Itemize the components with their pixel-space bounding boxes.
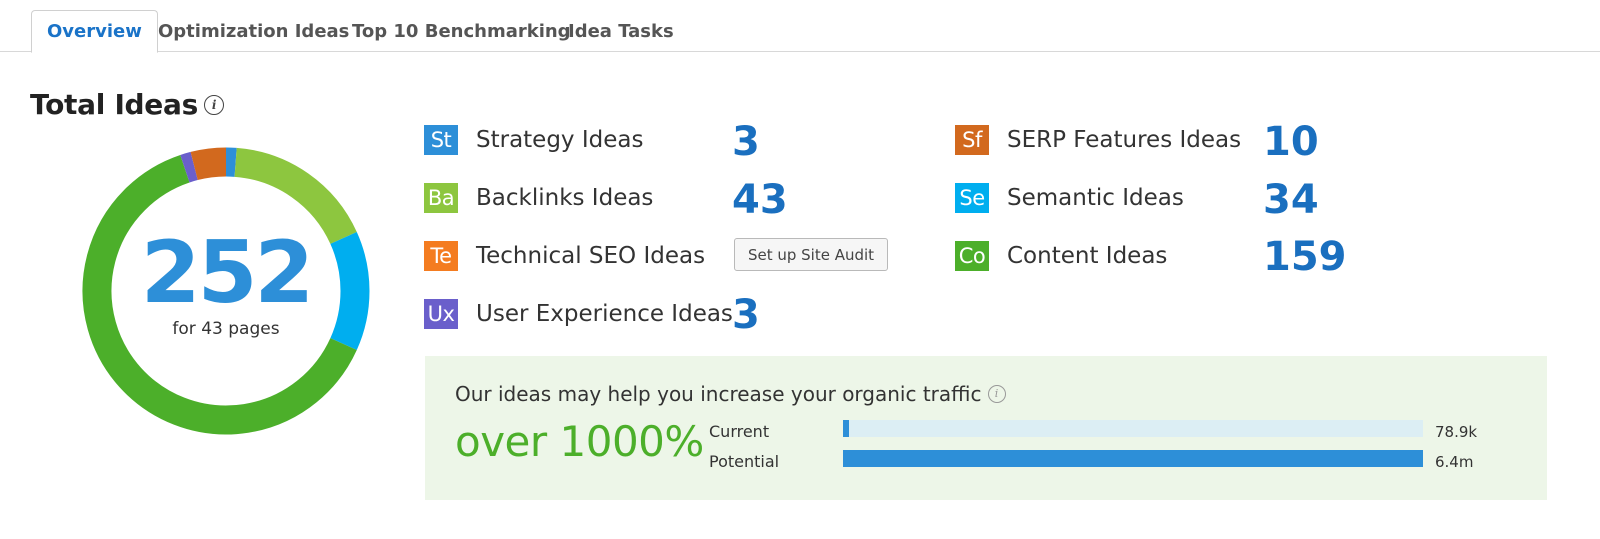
idea-label: Backlinks Ideas	[476, 185, 654, 211]
idea-row-backlinks[interactable]: Ba Backlinks Ideas	[424, 181, 653, 215]
current-traffic-bar-fill	[843, 420, 849, 437]
strategy-badge-icon: St	[424, 125, 458, 155]
idea-label: Semantic Ideas	[1007, 185, 1184, 211]
serp-features-ideas-count[interactable]: 10	[1263, 122, 1319, 162]
strategy-ideas-count[interactable]: 3	[732, 122, 760, 162]
traffic-heading-text: Our ideas may help you increase your org…	[455, 382, 982, 406]
idea-row-content[interactable]: Co Content Ideas	[955, 239, 1167, 273]
idea-row-technical-seo[interactable]: Te Technical SEO Ideas	[424, 239, 705, 273]
current-traffic-label: Current	[709, 422, 770, 441]
donut-center: 252 for 43 pages	[80, 145, 372, 437]
current-traffic-bar	[843, 420, 1423, 437]
idea-label: User Experience Ideas	[476, 301, 733, 327]
idea-label: Strategy Ideas	[476, 127, 644, 153]
idea-row-strategy[interactable]: St Strategy Ideas	[424, 123, 643, 157]
idea-row-semantic[interactable]: Se Semantic Ideas	[955, 181, 1184, 215]
set-up-site-audit-button[interactable]: Set up Site Audit	[734, 238, 888, 271]
potential-traffic-bar-fill	[843, 450, 1423, 467]
current-traffic-value: 78.9k	[1435, 423, 1478, 441]
organic-traffic-panel: Our ideas may help you increase your org…	[425, 356, 1547, 500]
potential-traffic-label: Potential	[709, 452, 780, 471]
serp-features-badge-icon: Sf	[955, 125, 989, 155]
tab-bar: Overview Optimization Ideas Top 10 Bench…	[0, 0, 1600, 53]
idea-row-user-experience[interactable]: Ux User Experience Ideas	[424, 297, 733, 331]
content-badge-icon: Co	[955, 241, 989, 271]
content-ideas-count[interactable]: 159	[1263, 237, 1347, 277]
info-icon[interactable]: i	[203, 94, 224, 115]
user-experience-ideas-count[interactable]: 3	[732, 295, 760, 335]
tab-top-10-benchmarking[interactable]: Top 10 Benchmarking	[337, 10, 586, 52]
backlinks-badge-icon: Ba	[424, 183, 458, 213]
semantic-ideas-count[interactable]: 34	[1263, 180, 1319, 220]
tab-optimization-ideas[interactable]: Optimization Ideas	[143, 10, 364, 52]
potential-traffic-value: 6.4m	[1435, 453, 1474, 471]
semantic-badge-icon: Se	[955, 183, 989, 213]
total-ideas-count: 252	[140, 223, 315, 323]
technical-seo-badge-icon: Te	[424, 241, 458, 271]
idea-label: Technical SEO Ideas	[476, 243, 706, 269]
user-experience-badge-icon: Ux	[424, 299, 458, 329]
tab-idea-tasks[interactable]: Idea Tasks	[553, 10, 689, 52]
idea-label: SERP Features Ideas	[1007, 127, 1242, 153]
idea-label: Content Ideas	[1007, 243, 1168, 269]
pages-count-label: for 43 pages	[172, 319, 280, 339]
potential-traffic-bar	[843, 450, 1423, 467]
total-ideas-title: Total Ideas i	[30, 88, 224, 121]
idea-row-serp-features[interactable]: Sf SERP Features Ideas	[955, 123, 1241, 157]
info-icon[interactable]: i	[987, 385, 1006, 403]
tab-overview[interactable]: Overview	[31, 10, 158, 53]
total-ideas-heading: Total Ideas	[30, 88, 198, 121]
backlinks-ideas-count[interactable]: 43	[732, 180, 788, 220]
traffic-increase: over 1000%	[455, 417, 704, 466]
traffic-heading: Our ideas may help you increase your org…	[455, 382, 1006, 406]
